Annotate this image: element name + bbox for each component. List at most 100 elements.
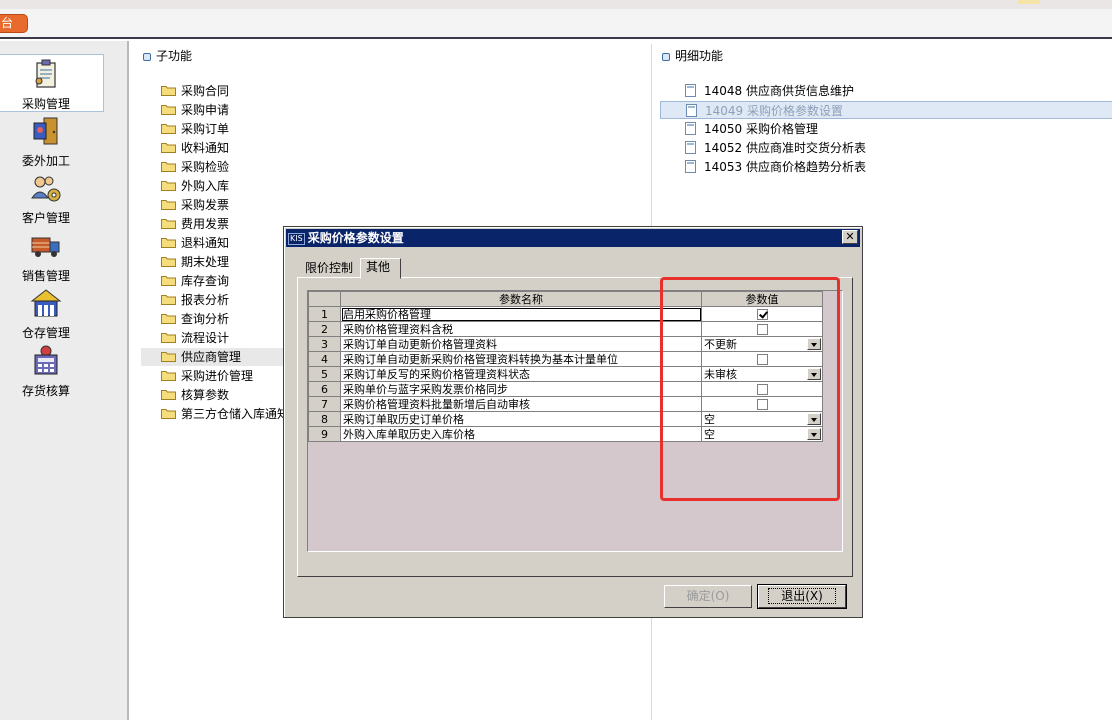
nav-item-label: 销售管理 xyxy=(21,269,70,283)
customer-gear-icon xyxy=(31,176,61,202)
nav-item-label: 客户管理 xyxy=(21,211,70,225)
document-icon xyxy=(685,141,696,154)
row-number: 9 xyxy=(308,426,341,442)
detail-function-label: 采购价格参数设置 xyxy=(747,104,844,118)
sub-function-label: 库存查询 xyxy=(181,274,230,288)
sub-function-item[interactable]: 期末处理 xyxy=(161,253,229,271)
detail-function-label: 供应商准时交货分析表 xyxy=(746,141,867,155)
tab-other[interactable]: 其他 xyxy=(360,258,401,279)
param-name: 采购订单自动更新价格管理资料 xyxy=(340,336,702,352)
sub-function-item[interactable]: 收料通知 xyxy=(161,139,229,157)
sub-function-label: 采购订单 xyxy=(181,122,230,136)
sub-function-label: 费用发票 xyxy=(181,217,230,231)
sub-function-item[interactable]: 查询分析 xyxy=(161,310,229,328)
sub-functions-header: 子功能 xyxy=(143,46,192,66)
sub-function-item[interactable]: 采购申请 xyxy=(161,101,229,119)
sub-function-item[interactable]: 第三方仓储入库通知 xyxy=(161,405,289,423)
param-name: 采购订单反写的采购价格管理资料状态 xyxy=(340,366,702,382)
detail-function-item[interactable]: 14048 供应商供货信息维护 xyxy=(660,82,1112,100)
detail-function-label: 供应商价格趋势分析表 xyxy=(746,160,867,174)
nav-item-label: 存货核算 xyxy=(21,384,70,398)
row-number-header xyxy=(308,291,341,307)
purchase-clipboard-icon xyxy=(35,59,56,88)
sub-function-item[interactable]: 外购入库 xyxy=(161,177,229,195)
sub-function-item[interactable]: 核算参数 xyxy=(161,386,229,404)
folder-icon xyxy=(161,162,176,172)
document-icon xyxy=(685,160,696,173)
detail-function-code: 14052 xyxy=(704,141,743,155)
nav-item-customer[interactable]: 客户管理 xyxy=(0,169,104,227)
sub-function-item[interactable]: 费用发票 xyxy=(161,215,229,233)
sub-function-label: 查询分析 xyxy=(181,312,230,326)
row-number: 8 xyxy=(308,411,341,427)
tab-price-limit[interactable]: 限价控制 xyxy=(300,260,358,278)
detail-function-code: 14048 xyxy=(704,84,743,98)
sub-function-label: 外购入库 xyxy=(181,179,230,193)
sub-function-label: 采购合同 xyxy=(181,84,230,98)
sub-function-item[interactable]: 采购检验 xyxy=(161,158,229,176)
sub-function-item[interactable]: 采购订单 xyxy=(161,120,229,138)
folder-icon xyxy=(161,333,176,343)
detail-function-item[interactable]: 14052 供应商准时交货分析表 xyxy=(660,139,1112,157)
confirm-button[interactable]: 确定(O) xyxy=(664,585,752,608)
folder-icon xyxy=(161,352,176,362)
param-name: 外购入库单取历史入库价格 xyxy=(340,426,702,442)
sub-function-item[interactable]: 报表分析 xyxy=(161,291,229,309)
nav-item-warehouse[interactable]: 仓存管理 xyxy=(0,284,104,342)
detail-function-label: 采购价格管理 xyxy=(746,122,819,136)
sub-function-item[interactable]: 采购进价管理 xyxy=(161,367,253,385)
sub-function-item[interactable]: 采购发票 xyxy=(161,196,229,214)
folder-icon xyxy=(161,124,176,134)
outsourcing-door-icon xyxy=(33,117,58,145)
nav-item-outsourcing[interactable]: 委外加工 xyxy=(0,112,104,170)
document-icon xyxy=(686,104,697,117)
sub-function-label: 流程设计 xyxy=(181,331,230,345)
module-tab-bar: 台 xyxy=(0,9,1112,39)
sub-function-label: 供应商管理 xyxy=(181,350,242,364)
nav-item-label: 仓存管理 xyxy=(21,326,70,340)
detail-function-item[interactable]: 14049 采购价格参数设置 xyxy=(660,101,1112,119)
folder-icon xyxy=(161,390,176,400)
nav-item-inventory-accounting[interactable]: 存货核算 xyxy=(0,342,104,400)
row-number: 5 xyxy=(308,366,341,382)
sub-function-item[interactable]: 采购合同 xyxy=(161,82,229,100)
sub-function-item[interactable]: 库存查询 xyxy=(161,272,229,290)
close-button[interactable]: ✕ xyxy=(842,230,858,244)
row-number: 7 xyxy=(308,396,341,412)
sub-function-item[interactable]: 退料通知 xyxy=(161,234,229,252)
nav-item-sales[interactable]: 销售管理 xyxy=(0,227,104,285)
nav-item-label: 采购管理 xyxy=(21,97,70,111)
param-name: 采购价格管理资料批量新增后自动审核 xyxy=(340,396,702,412)
detail-function-label: 供应商供货信息维护 xyxy=(746,84,855,98)
row-number: 4 xyxy=(308,351,341,367)
folder-icon xyxy=(161,314,176,324)
folder-icon xyxy=(161,86,176,96)
highlight-annotation-box xyxy=(660,277,840,501)
sub-function-label: 收料通知 xyxy=(181,141,230,155)
folder-icon xyxy=(161,181,176,191)
folder-icon xyxy=(161,143,176,153)
sub-function-label: 核算参数 xyxy=(181,388,230,402)
sub-function-label: 采购检验 xyxy=(181,160,230,174)
sub-function-item[interactable]: 流程设计 xyxy=(161,329,229,347)
nav-item-purchase[interactable]: 采购管理 xyxy=(0,54,104,112)
calculator-icon xyxy=(34,345,58,375)
column-header-name: 参数名称 xyxy=(340,291,702,307)
param-name: 启用采购价格管理 xyxy=(340,306,702,322)
dialog-title-bar[interactable]: KIS 采购价格参数设置 ✕ xyxy=(286,229,860,247)
detail-function-item[interactable]: 14053 供应商价格趋势分析表 xyxy=(660,158,1112,176)
document-icon xyxy=(685,122,696,135)
sub-function-label: 采购进价管理 xyxy=(181,369,254,383)
sub-function-label: 退料通知 xyxy=(181,236,230,250)
exit-button[interactable]: 退出(X) xyxy=(757,584,847,609)
module-tab-button[interactable]: 台 xyxy=(0,14,28,33)
detail-function-item[interactable]: 14050 采购价格管理 xyxy=(660,120,1112,138)
sub-function-item[interactable]: 供应商管理 xyxy=(141,348,291,366)
folder-icon xyxy=(161,200,176,210)
sub-function-label: 期末处理 xyxy=(181,255,230,269)
top-strip xyxy=(0,0,1112,9)
detail-functions-header: 明细功能 xyxy=(662,46,723,66)
detail-function-code: 14050 xyxy=(704,122,743,136)
folder-icon xyxy=(161,295,176,305)
folder-icon xyxy=(161,409,176,419)
